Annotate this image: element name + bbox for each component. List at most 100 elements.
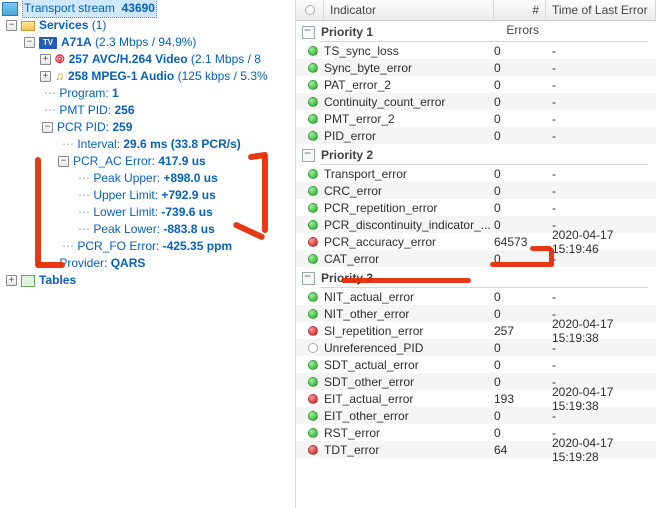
table-row[interactable]: SDT_actual_error 0 - <box>296 356 656 373</box>
error-time: - <box>552 112 656 126</box>
tables-label[interactable]: Tables <box>39 272 76 289</box>
error-count: 0 <box>494 95 552 109</box>
peak-lower-label[interactable]: Peak Lower: <box>93 221 160 238</box>
table-row[interactable]: PCR_accuracy_error 64573 2020-04-17 15:1… <box>296 233 656 250</box>
table-body: Priority 1 TS_sync_loss 0 - Sync_byte_er… <box>296 21 656 458</box>
table-row[interactable]: TDT_error 64 2020-04-17 15:19:28 <box>296 441 656 458</box>
error-count: 0 <box>494 290 552 304</box>
table-header: Indicator # Errors Time of Last Error <box>296 0 656 21</box>
collapse-icon[interactable] <box>302 26 315 39</box>
error-time: - <box>552 44 656 58</box>
indicator-name: PID_error <box>324 129 494 143</box>
expander-icon[interactable] <box>6 275 17 286</box>
table-row[interactable]: PMT_error_2 0 - <box>296 110 656 127</box>
expander-icon[interactable] <box>6 20 17 31</box>
navigation-tree[interactable]: Transport stream 43690 Services (1) TV A… <box>0 0 295 508</box>
error-time: - <box>552 409 656 423</box>
pmt-value: 256 <box>114 102 134 119</box>
indicator-name: SDT_other_error <box>324 375 494 389</box>
status-dot-icon <box>305 5 315 15</box>
indicator-name: CAT_error <box>324 252 494 266</box>
indicator-name: PAT_error_2 <box>324 78 494 92</box>
table-row[interactable]: PID_error 0 - <box>296 127 656 144</box>
upper-limit-label[interactable]: Upper Limit: <box>93 187 158 204</box>
table-row[interactable]: CRC_error 0 - <box>296 182 656 199</box>
program-label[interactable]: Program: <box>59 85 108 102</box>
error-count: 0 <box>494 112 552 126</box>
column-time[interactable]: Time of Last Error <box>546 0 656 20</box>
pcr-ac-label[interactable]: PCR_AC Error: <box>73 153 155 170</box>
table-row[interactable]: PAT_error_2 0 - <box>296 76 656 93</box>
pcr-ac-value: 417.9 us <box>158 153 205 170</box>
status-dot-icon <box>308 254 318 264</box>
status-dot-icon <box>308 326 318 336</box>
transport-stream-id[interactable]: 43690 <box>122 1 155 15</box>
video-stats: (2.1 Mbps / 8 <box>191 51 261 68</box>
error-count: 0 <box>494 426 552 440</box>
error-count: 0 <box>494 252 552 266</box>
peak-upper-label[interactable]: Peak Upper: <box>93 170 160 187</box>
table-row[interactable]: EIT_other_error 0 - <box>296 407 656 424</box>
table-row[interactable]: Continuity_count_error 0 - <box>296 93 656 110</box>
indicator-name: TS_sync_loss <box>324 44 494 58</box>
indicator-name: SDT_actual_error <box>324 358 494 372</box>
pmt-label[interactable]: PMT PID: <box>59 102 111 119</box>
table-row[interactable]: Sync_byte_error 0 - <box>296 59 656 76</box>
pcr-label[interactable]: PCR PID: <box>57 119 109 136</box>
table-row[interactable]: NIT_actual_error 0 - <box>296 288 656 305</box>
status-dot-icon <box>308 63 318 73</box>
column-status[interactable] <box>296 0 324 20</box>
column-indicator[interactable]: Indicator <box>324 0 494 20</box>
tree-dots-icon: ⋯ <box>44 255 59 272</box>
collapse-icon[interactable] <box>302 149 315 162</box>
table-row[interactable]: CAT_error 0 - <box>296 250 656 267</box>
indicator-name: PMT_error_2 <box>324 112 494 126</box>
interval-label[interactable]: Interval: <box>77 136 120 153</box>
tree-dots-icon: ⋯ <box>78 187 93 204</box>
video-pid[interactable]: 257 <box>69 51 89 68</box>
services-label[interactable]: Services <box>39 17 88 34</box>
indicator-name: Sync_byte_error <box>324 61 494 75</box>
table-row[interactable]: PCR_repetition_error 0 - <box>296 199 656 216</box>
error-count: 0 <box>494 61 552 75</box>
table-row[interactable]: SI_repetition_error 257 2020-04-17 15:19… <box>296 322 656 339</box>
indicator-name: NIT_actual_error <box>324 290 494 304</box>
audio-label[interactable]: MPEG-1 Audio <box>91 68 174 85</box>
status-dot-icon <box>308 186 318 196</box>
error-time: - <box>552 341 656 355</box>
lower-limit-label[interactable]: Lower Limit: <box>93 204 158 221</box>
error-time: - <box>552 201 656 215</box>
expander-icon[interactable] <box>42 122 53 133</box>
table-row[interactable]: TS_sync_loss 0 - <box>296 42 656 59</box>
error-time: - <box>552 95 656 109</box>
provider-label[interactable]: Provider: <box>59 255 107 272</box>
status-dot-icon <box>308 46 318 56</box>
expander-icon[interactable] <box>58 156 69 167</box>
indicator-name: Continuity_count_error <box>324 95 494 109</box>
channel-name[interactable]: A71A <box>61 34 92 51</box>
collapse-icon[interactable] <box>302 272 315 285</box>
tree-dots-icon: ⋯ <box>44 85 59 102</box>
table-row[interactable]: EIT_actual_error 193 2020-04-17 15:19:38 <box>296 390 656 407</box>
tree-dots-icon: ⋯ <box>44 102 59 119</box>
expander-icon[interactable] <box>40 71 51 82</box>
table-row[interactable]: Unreferenced_PID 0 - <box>296 339 656 356</box>
error-time: - <box>552 290 656 304</box>
tree-dots-icon: ⋯ <box>62 136 77 153</box>
video-label[interactable]: AVC/H.264 Video <box>92 51 188 68</box>
status-dot-icon <box>308 411 318 421</box>
lower-limit-value: -739.6 us <box>161 204 212 221</box>
status-dot-icon <box>308 114 318 124</box>
error-count: 257 <box>494 324 552 338</box>
table-row[interactable]: Transport_error 0 - <box>296 165 656 182</box>
status-dot-icon <box>308 343 318 353</box>
column-errors[interactable]: # Errors <box>494 0 546 20</box>
audio-pid[interactable]: 258 <box>68 68 88 85</box>
error-count: 0 <box>494 375 552 389</box>
error-count: 0 <box>494 358 552 372</box>
expander-icon[interactable] <box>24 37 35 48</box>
tables-icon <box>21 275 35 287</box>
transport-stream-label[interactable]: Transport stream <box>24 1 115 15</box>
expander-icon[interactable] <box>40 54 51 65</box>
pcr-fo-label[interactable]: PCR_FO Error: <box>77 238 159 255</box>
